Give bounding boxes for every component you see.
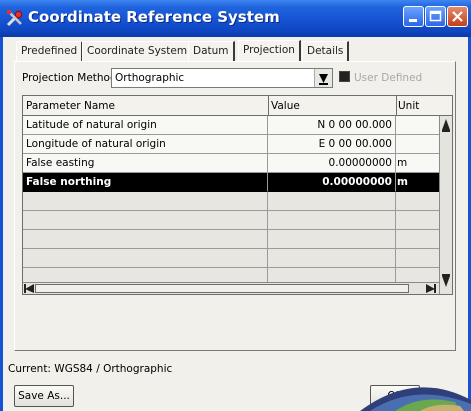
empty-row bbox=[23, 211, 452, 230]
empty-row bbox=[23, 192, 452, 211]
scroll-arrows-icon bbox=[442, 119, 450, 287]
chevron-down-icon bbox=[319, 74, 328, 85]
globe-image bbox=[360, 387, 471, 411]
close-button[interactable] bbox=[447, 6, 468, 27]
tab-label: Predefined bbox=[21, 45, 78, 57]
tools-icon bbox=[6, 10, 23, 27]
tab-datum[interactable]: Datum bbox=[188, 41, 235, 61]
table-row-selected[interactable]: False northing 0.00000000 m bbox=[23, 173, 452, 192]
scroll-left-icon bbox=[24, 284, 34, 293]
vertical-scrollbar[interactable] bbox=[439, 116, 452, 294]
current-crs-status: Current: WGS84 / Orthographic bbox=[8, 363, 173, 375]
scroll-thumb[interactable] bbox=[35, 284, 409, 293]
parameter-table: Parameter Name Value Unit Latitude of na… bbox=[22, 95, 453, 295]
horizontal-scrollbar[interactable] bbox=[23, 282, 439, 294]
table-row[interactable]: False easting 0.00000000 m bbox=[23, 154, 452, 173]
parameter-unit-cell bbox=[396, 135, 441, 154]
maximize-button[interactable] bbox=[425, 6, 446, 27]
maximize-icon bbox=[429, 10, 442, 22]
parameter-name-cell: Longitude of natural origin bbox=[23, 135, 268, 154]
parameter-value-cell[interactable]: E 0 00 00.000 bbox=[268, 135, 396, 154]
tab-label: Datum bbox=[193, 45, 229, 57]
parameter-unit-cell: m bbox=[396, 154, 441, 173]
empty-row bbox=[23, 249, 452, 268]
dropdown-button[interactable] bbox=[314, 69, 332, 87]
parameter-unit-cell bbox=[396, 116, 441, 135]
parameter-unit-cell: m bbox=[396, 173, 441, 192]
projection-method-label: Projection Method bbox=[22, 72, 117, 84]
table-row[interactable]: Longitude of natural origin E 0 00 00.00… bbox=[23, 135, 452, 154]
minimize-button[interactable] bbox=[403, 6, 424, 27]
parameter-value-cell[interactable]: N 0 00 00.000 bbox=[268, 116, 396, 135]
parameter-name-cell: False easting bbox=[23, 154, 268, 173]
tab-label: Details bbox=[307, 45, 344, 57]
tab-details[interactable]: Details bbox=[302, 41, 350, 61]
column-header-unit[interactable]: Unit bbox=[398, 100, 419, 112]
tab-label: Projection bbox=[243, 44, 295, 56]
save-as-button[interactable]: Save As... bbox=[14, 385, 74, 407]
table-header: Parameter Name Value Unit bbox=[23, 96, 452, 116]
projection-method-select[interactable]: Orthographic bbox=[111, 68, 333, 88]
column-header-value[interactable]: Value bbox=[271, 100, 300, 112]
column-header-parameter-name[interactable]: Parameter Name bbox=[26, 100, 115, 112]
parameter-value-cell[interactable]: 0.00000000 bbox=[268, 173, 396, 192]
tab-coordinate-system[interactable]: Coordinate System bbox=[82, 41, 194, 61]
parameter-name-cell: Latitude of natural origin bbox=[23, 116, 268, 135]
tab-predefined[interactable]: Predefined bbox=[16, 41, 84, 61]
parameter-name-cell: False northing bbox=[23, 173, 268, 192]
close-icon bbox=[452, 11, 463, 22]
tab-label: Coordinate System bbox=[87, 45, 188, 57]
minimize-icon bbox=[409, 19, 417, 22]
empty-row bbox=[23, 230, 452, 249]
scroll-right-icon bbox=[426, 284, 436, 293]
table-row[interactable]: Latitude of natural origin N 0 00 00.000 bbox=[23, 116, 452, 135]
title-bar[interactable]: Coordinate Reference System bbox=[0, 0, 471, 37]
window-title: Coordinate Reference System bbox=[28, 8, 280, 26]
projection-method-value: Orthographic bbox=[115, 72, 185, 84]
tab-projection[interactable]: Projection bbox=[238, 40, 301, 62]
user-defined-label: User Defined bbox=[354, 72, 423, 84]
parameter-value-cell[interactable]: 0.00000000 bbox=[268, 154, 396, 173]
user-defined-checkbox[interactable] bbox=[339, 71, 350, 82]
